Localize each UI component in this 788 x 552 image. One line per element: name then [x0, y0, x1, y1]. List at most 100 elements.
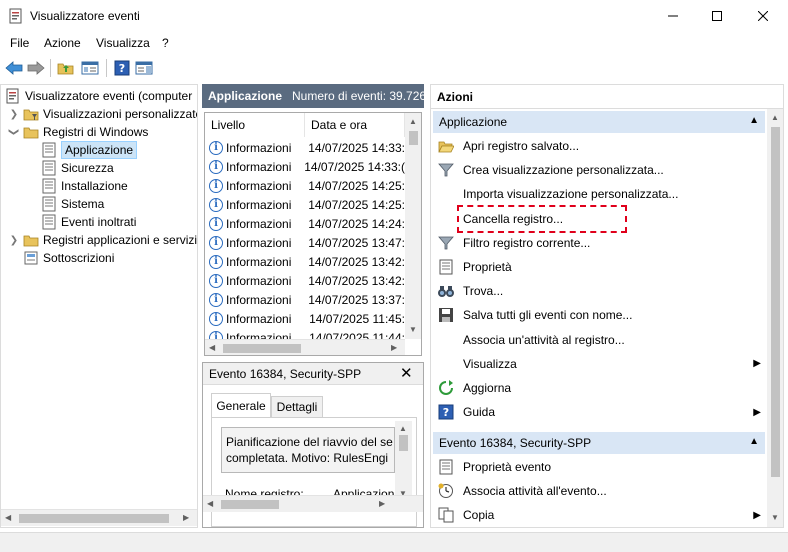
- table-row[interactable]: i Informazioni 14/07/2025 14:25:: [205, 195, 405, 214]
- tree-item-label: Visualizzazioni personalizzate: [43, 107, 198, 121]
- scrollbar-thumb[interactable]: [19, 514, 169, 523]
- scroll-down-icon[interactable]: ▼: [409, 325, 417, 334]
- list-horizontal-scrollbar[interactable]: ◀ ▶: [205, 339, 405, 355]
- up-folder-button[interactable]: [56, 58, 76, 78]
- action-salva-tutti-gli-eventi-con-nome[interactable]: Salva tutti gli eventi con nome...: [433, 304, 765, 326]
- event-description[interactable]: Pianificazione del riavvio del se comple…: [221, 427, 395, 473]
- collapse-section-icon[interactable]: ▲: [749, 436, 759, 447]
- log-icon: [41, 178, 57, 194]
- menu-help[interactable]: ?: [162, 36, 169, 50]
- scroll-up-icon[interactable]: ▲: [399, 424, 407, 433]
- table-row[interactable]: i Informazioni 14/07/2025 14:33:: [205, 138, 405, 157]
- table-row[interactable]: i Informazioni 14/07/2025 13:42:: [205, 252, 405, 271]
- action-associa-attivit-all-evento[interactable]: Associa attività all'evento...: [433, 480, 765, 502]
- scrollbar-thumb[interactable]: [221, 500, 279, 509]
- action-aggiorna[interactable]: Aggiorna: [433, 377, 765, 399]
- column-header-level[interactable]: Livello: [205, 113, 305, 137]
- information-icon: i: [209, 178, 223, 193]
- scroll-up-icon[interactable]: ▲: [409, 117, 417, 126]
- actions-vertical-scrollbar[interactable]: ▲ ▼: [767, 109, 783, 527]
- table-row[interactable]: i Informazioni 14/07/2025 14:24:: [205, 214, 405, 233]
- scrollbar-thumb[interactable]: [399, 435, 408, 451]
- table-row[interactable]: i Informazioni 14/07/2025 14:25:: [205, 176, 405, 195]
- action-propriet[interactable]: Proprietà: [433, 256, 765, 278]
- action-crea-visualizzazione-personalizzata[interactable]: Crea visualizzazione personalizzata...: [433, 159, 765, 181]
- show-hide-tree-button[interactable]: [80, 58, 100, 78]
- action-propriet-evento[interactable]: Proprietà evento: [433, 456, 765, 478]
- event-detail-title: Evento 16384, Security-SPP: [209, 367, 362, 381]
- detail-horizontal-scrollbar[interactable]: ◀ ▶: [203, 495, 423, 512]
- tree-item-forwarded-events[interactable]: Eventi inoltrati: [41, 213, 136, 231]
- toolbar-separator: [106, 59, 107, 77]
- tree-item-windows-logs[interactable]: Registri di Windows: [23, 123, 148, 141]
- actions-section-event[interactable]: Evento 16384, Security-SPP ▲: [433, 432, 765, 454]
- scroll-left-icon[interactable]: ◀: [207, 499, 213, 508]
- tree-item-application[interactable]: Applicazione: [41, 141, 138, 159]
- level-text: Informazioni: [226, 178, 292, 193]
- scroll-up-icon[interactable]: ▲: [771, 113, 779, 122]
- close-button[interactable]: [740, 0, 786, 32]
- action-filtro-registro-corrente[interactable]: Filtro registro corrente...: [433, 232, 765, 254]
- list-vertical-scrollbar[interactable]: ▲ ▼: [405, 113, 421, 339]
- minimize-button[interactable]: [650, 0, 696, 32]
- tree-item-setup[interactable]: Installazione: [41, 177, 128, 195]
- action-trova[interactable]: Trova...: [433, 280, 765, 302]
- menu-action[interactable]: Azione: [44, 36, 81, 50]
- scrollbar-thumb[interactable]: [771, 127, 780, 477]
- column-header-date[interactable]: Data e ora: [305, 113, 405, 137]
- scroll-down-icon[interactable]: ▼: [771, 513, 779, 522]
- scroll-right-icon[interactable]: ▶: [379, 499, 385, 508]
- tree-item-system[interactable]: Sistema: [41, 195, 104, 213]
- action-pane-button[interactable]: [134, 58, 154, 78]
- collapse-chevron-icon[interactable]: ❯: [9, 127, 20, 137]
- log-header-bar: Applicazione Numero di eventi: 39.726: [202, 84, 426, 108]
- scrollbar-thumb[interactable]: [409, 131, 418, 145]
- tab-details[interactable]: Dettagli: [271, 396, 323, 417]
- tree-item-label: Sottoscrizioni: [43, 251, 115, 265]
- back-button[interactable]: [4, 58, 24, 78]
- scroll-right-icon[interactable]: ▶: [183, 513, 189, 522]
- table-row[interactable]: i Informazioni 14/07/2025 11:45:: [205, 309, 405, 328]
- tree-root[interactable]: Visualizzatore eventi (computer: [5, 87, 192, 105]
- collapse-section-icon[interactable]: ▲: [749, 115, 759, 126]
- filter-icon: [437, 161, 455, 179]
- scroll-left-icon[interactable]: ◀: [5, 513, 11, 522]
- help-toolbar-button[interactable]: ?: [112, 58, 132, 78]
- tree-horizontal-scrollbar[interactable]: ◀ ▶: [1, 509, 197, 526]
- tree-item-custom-views[interactable]: Visualizzazioni personalizzate: [23, 105, 198, 123]
- close-detail-icon[interactable]: ✕: [400, 364, 413, 382]
- forward-button[interactable]: [26, 58, 46, 78]
- action-apri-registro-salvato[interactable]: Apri registro salvato...: [433, 135, 765, 157]
- action-copia[interactable]: Copia ▶: [433, 504, 765, 526]
- scrollbar-thumb[interactable]: [223, 344, 301, 353]
- tree-item-security[interactable]: Sicurezza: [41, 159, 114, 177]
- detail-vertical-scrollbar[interactable]: ▲ ▼: [395, 421, 412, 503]
- empty-icon-slot: [437, 210, 455, 228]
- action-associa-un-attivit-al-registro[interactable]: Associa un'attività al registro...: [433, 329, 765, 351]
- tree-item-apps-services-logs[interactable]: Registri applicazioni e servizi: [23, 231, 197, 249]
- menu-file[interactable]: File: [10, 36, 29, 50]
- scroll-right-icon[interactable]: ▶: [391, 343, 397, 352]
- cell-level: i Informazioni: [205, 216, 302, 231]
- cell-level: i Informazioni: [205, 292, 302, 307]
- tree-item-subscriptions[interactable]: Sottoscrizioni: [23, 249, 114, 267]
- table-row[interactable]: i Informazioni 14/07/2025 13:42:: [205, 271, 405, 290]
- information-icon: i: [209, 197, 223, 212]
- table-row[interactable]: i Informazioni 14/07/2025 14:33:(: [205, 157, 405, 176]
- expand-chevron-icon[interactable]: ❯: [9, 235, 19, 246]
- information-icon: i: [209, 311, 223, 326]
- action-guida[interactable]: ? Guida ▶: [433, 401, 765, 423]
- table-row[interactable]: i Informazioni 14/07/2025 13:37:: [205, 290, 405, 309]
- expand-chevron-icon[interactable]: ❯: [9, 109, 19, 120]
- actions-section-application[interactable]: Applicazione ▲: [433, 111, 765, 133]
- table-row[interactable]: i Informazioni 14/07/2025 13:47:: [205, 233, 405, 252]
- level-text: Informazioni: [226, 197, 292, 212]
- scroll-left-icon[interactable]: ◀: [209, 343, 215, 352]
- tab-general[interactable]: Generale: [211, 393, 271, 417]
- menu-view[interactable]: Visualizza: [96, 36, 150, 50]
- action-importa-visualizzazione-personalizzata[interactable]: Importa visualizzazione personalizzata..…: [433, 183, 765, 205]
- action-visualizza[interactable]: Visualizza ▶: [433, 353, 765, 375]
- log-icon: [41, 142, 57, 158]
- maximize-button[interactable]: [694, 0, 740, 32]
- cell-date: 14/07/2025 11:45:: [309, 311, 405, 326]
